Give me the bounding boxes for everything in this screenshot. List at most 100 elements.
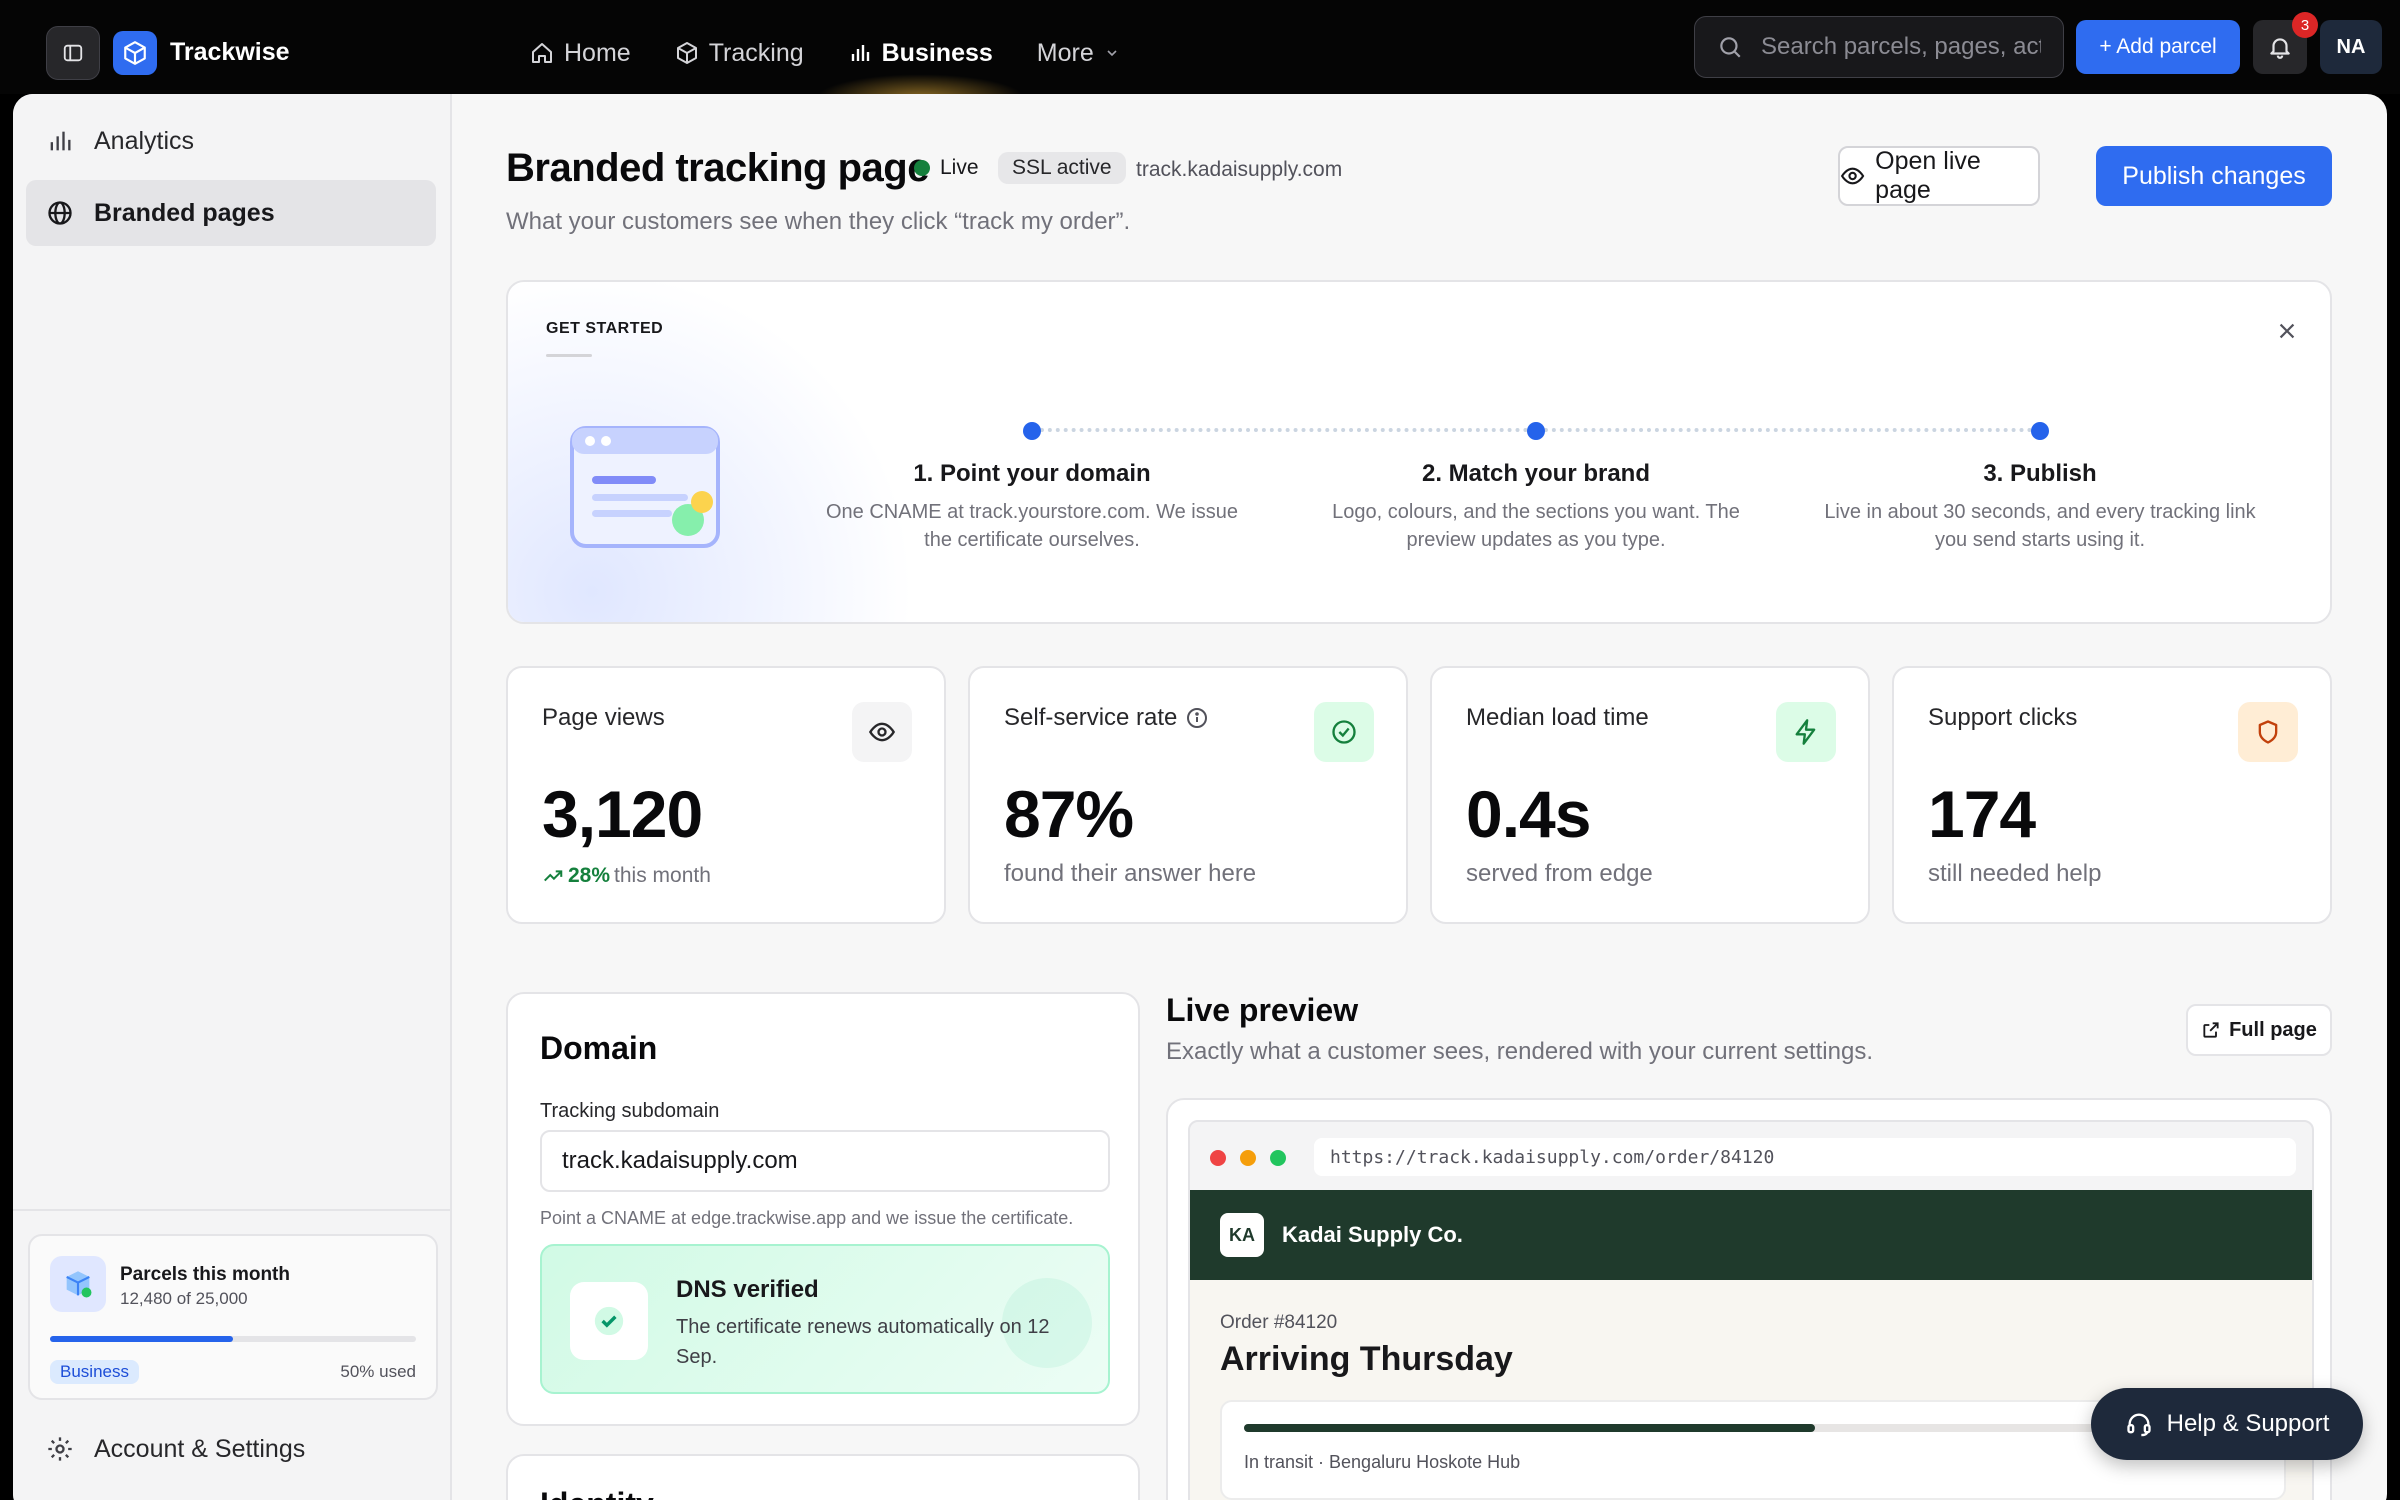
- step-body: Live in about 30 seconds, and every trac…: [1824, 501, 2256, 551]
- stat-label-text: Self-service rate: [1004, 704, 1178, 731]
- stat-value: 3,120: [542, 777, 703, 851]
- stat-icon-box: [1776, 702, 1836, 762]
- sidebar-toggle-button[interactable]: [46, 26, 100, 80]
- tracking-status: In transit · Bengaluru Hoskote Hub: [1244, 1452, 1521, 1472]
- sidebar-item-label: Branded pages: [94, 198, 275, 227]
- step-publish: 3. Publish Live in about 30 seconds, and…: [1820, 460, 2260, 554]
- sidebar: Analytics Branded pages Parcels this mon…: [13, 94, 452, 1500]
- headset-icon: [2126, 1413, 2151, 1437]
- domain-title: Domain: [540, 1030, 658, 1066]
- usage-card[interactable]: Parcels this month 12,480 of 25,000 Busi…: [28, 1234, 438, 1400]
- nav-business-label: Business: [881, 38, 993, 67]
- sidebar-item-analytics[interactable]: Analytics: [26, 108, 436, 174]
- stat-icon-box: [852, 702, 912, 762]
- search-input[interactable]: [1761, 33, 2041, 61]
- nav-more-label: More: [1036, 38, 1094, 67]
- home-icon: [532, 43, 552, 63]
- step-title: 2. Match your brand: [1421, 460, 1651, 487]
- stat-label: Page views: [542, 704, 665, 732]
- nav-tracking-label: Tracking: [708, 38, 804, 67]
- stat-trend-value: 28%: [568, 864, 611, 887]
- brand-name: Trackwise: [170, 38, 290, 66]
- close-get-started-button[interactable]: [2276, 320, 2298, 342]
- open-live-page-label: Open live page: [1875, 147, 1981, 204]
- info-icon[interactable]: [1185, 706, 1209, 730]
- stat-icon-box: [1314, 702, 1374, 762]
- nav-more[interactable]: More: [1015, 30, 1142, 76]
- stat-value: 87%: [1004, 777, 1134, 851]
- full-page-button[interactable]: Full page: [2186, 1004, 2332, 1056]
- step-3-dot: [2031, 422, 2049, 440]
- sidebar-item-label: Analytics: [94, 126, 195, 155]
- stat-value: 174: [1928, 777, 2036, 851]
- store-logo: KA: [1220, 1213, 1264, 1257]
- nav-home[interactable]: Home: [508, 30, 653, 76]
- page-title: Branded tracking page: [506, 146, 929, 190]
- live-dot-icon: [914, 160, 930, 176]
- trending-up-icon: [544, 870, 563, 882]
- stat-icon-box: [2238, 702, 2298, 762]
- stat-value: 0.4s: [1466, 777, 1591, 851]
- help-support-button[interactable]: Help & Support: [2091, 1388, 2363, 1460]
- preview-url-bar: https://track.kadaisupply.com/order/8412…: [1314, 1138, 2296, 1176]
- add-parcel-button[interactable]: + Add parcel: [2076, 20, 2240, 74]
- bar-chart-icon: [851, 45, 869, 61]
- step-match-brand: 2. Match your brand Logo, colours, and t…: [1316, 460, 1756, 554]
- store-header: KA Kadai Supply Co.: [1190, 1190, 2312, 1280]
- nav-business[interactable]: Business: [815, 30, 1025, 98]
- stat-label-text: Median load time: [1466, 704, 1649, 731]
- stat-label-text: Support clicks: [1928, 704, 2078, 731]
- stat-card-load-time: Median load time 0.4s served from edge: [1430, 666, 1870, 924]
- order-number: Order #84120: [1220, 1312, 1338, 1333]
- step-body: One CNAME at track.yourstore.com. We iss…: [826, 501, 1238, 551]
- publish-changes-button[interactable]: Publish changes: [2096, 146, 2332, 206]
- stat-sub: served from edge: [1466, 860, 1653, 887]
- usage-progress-fill: [50, 1336, 233, 1342]
- stat-label: Self-service rate: [1004, 704, 1209, 732]
- window-controls: [1210, 1150, 1286, 1166]
- stat-label: Median load time: [1466, 704, 1649, 732]
- subdomain-input[interactable]: [540, 1130, 1110, 1192]
- step-title: 3. Publish: [1983, 460, 2097, 487]
- global-search[interactable]: [1694, 16, 2064, 78]
- subdomain-hint: Point a CNAME at edge.trackwise.app and …: [540, 1208, 1074, 1228]
- search-icon: [1720, 37, 1741, 58]
- usage-title: Parcels this month: [120, 1264, 290, 1285]
- nav-home-label: Home: [564, 38, 631, 67]
- step-body: Logo, colours, and the sections you want…: [1332, 501, 1740, 551]
- sidebar-item-account-settings[interactable]: Account & Settings: [26, 1416, 436, 1482]
- usage-icon-box: [50, 1256, 106, 1312]
- help-support-label: Help & Support: [2166, 1410, 2330, 1437]
- minimize-dot-icon: [1240, 1150, 1256, 1166]
- user-avatar[interactable]: NA: [2320, 20, 2382, 74]
- bell-icon: [2270, 38, 2290, 59]
- get-started-underline: [546, 354, 592, 357]
- package-icon: [66, 1271, 92, 1298]
- open-live-page-button[interactable]: Open live page: [1838, 146, 2040, 206]
- dns-icon-box: [570, 1282, 648, 1360]
- brand-logo[interactable]: [113, 31, 157, 75]
- stat-label: Support clicks: [1928, 704, 2077, 732]
- step-1-dot: [1023, 422, 1041, 440]
- bar-chart-icon: [50, 131, 71, 151]
- shield-icon: [2258, 720, 2278, 744]
- step-point-domain: 1. Point your domain One CNAME at track.…: [812, 460, 1252, 554]
- stat-trend: 28% this month: [542, 864, 711, 888]
- app-shell: Analytics Branded pages Parcels this mon…: [13, 94, 2387, 1500]
- live-preview-title: Live preview: [1166, 992, 1359, 1028]
- main-content: Branded tracking page Live SSL active tr…: [452, 94, 2387, 1500]
- dns-verified-banner: DNS verified The certificate renews auto…: [540, 1244, 1110, 1394]
- browser-window-icon: [570, 426, 720, 548]
- usage-percent: 50% used: [340, 1362, 416, 1381]
- bolt-icon: [1795, 719, 1816, 745]
- order-eta: Arriving Thursday: [1220, 1340, 1513, 1378]
- close-icon: [2279, 323, 2295, 339]
- sidebar-item-label: Account & Settings: [94, 1434, 306, 1463]
- sidebar-item-branded-pages[interactable]: Branded pages: [26, 180, 436, 246]
- sidebar-divider: [13, 1209, 450, 1211]
- nav-tracking[interactable]: Tracking: [653, 30, 826, 76]
- usage-progress-bar: [50, 1336, 416, 1342]
- get-started-label: GET STARTED: [546, 320, 664, 337]
- external-link-icon: [2203, 1022, 2219, 1038]
- cube-icon: [124, 41, 146, 65]
